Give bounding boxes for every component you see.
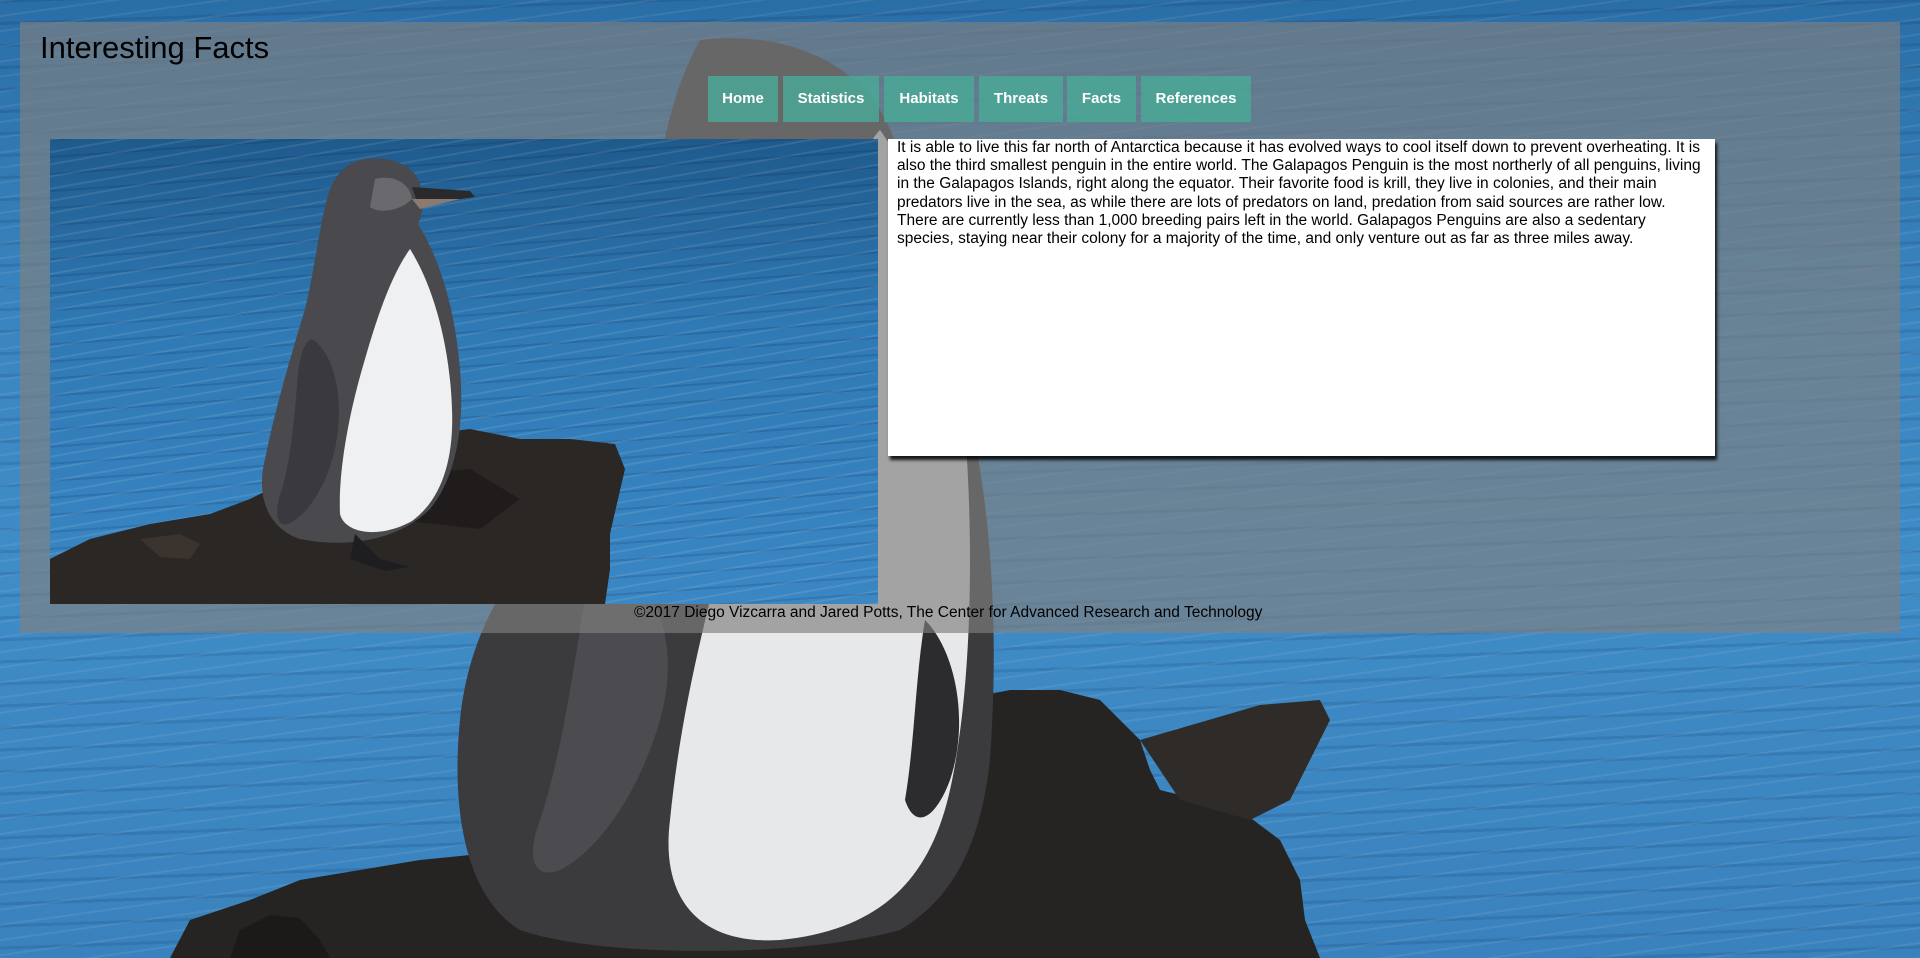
nav-habitats-button[interactable]: Habitats xyxy=(884,76,974,122)
nav-threats-button[interactable]: Threats xyxy=(979,76,1063,122)
nav-home-button[interactable]: Home xyxy=(708,76,778,122)
facts-textbox: It is able to live this far north of Ant… xyxy=(888,139,1715,456)
nav-facts-button[interactable]: Facts xyxy=(1067,76,1136,122)
facts-paragraph: It is able to live this far north of Ant… xyxy=(897,139,1701,248)
site-title: Interesting Facts xyxy=(40,30,270,65)
penguin-photo xyxy=(50,139,878,604)
footer-copyright: ©2017 Diego Vizcarra and Jared Potts, Th… xyxy=(634,604,1263,621)
nav-references-button[interactable]: References xyxy=(1141,76,1251,122)
nav-statistics-button[interactable]: Statistics xyxy=(783,76,879,122)
